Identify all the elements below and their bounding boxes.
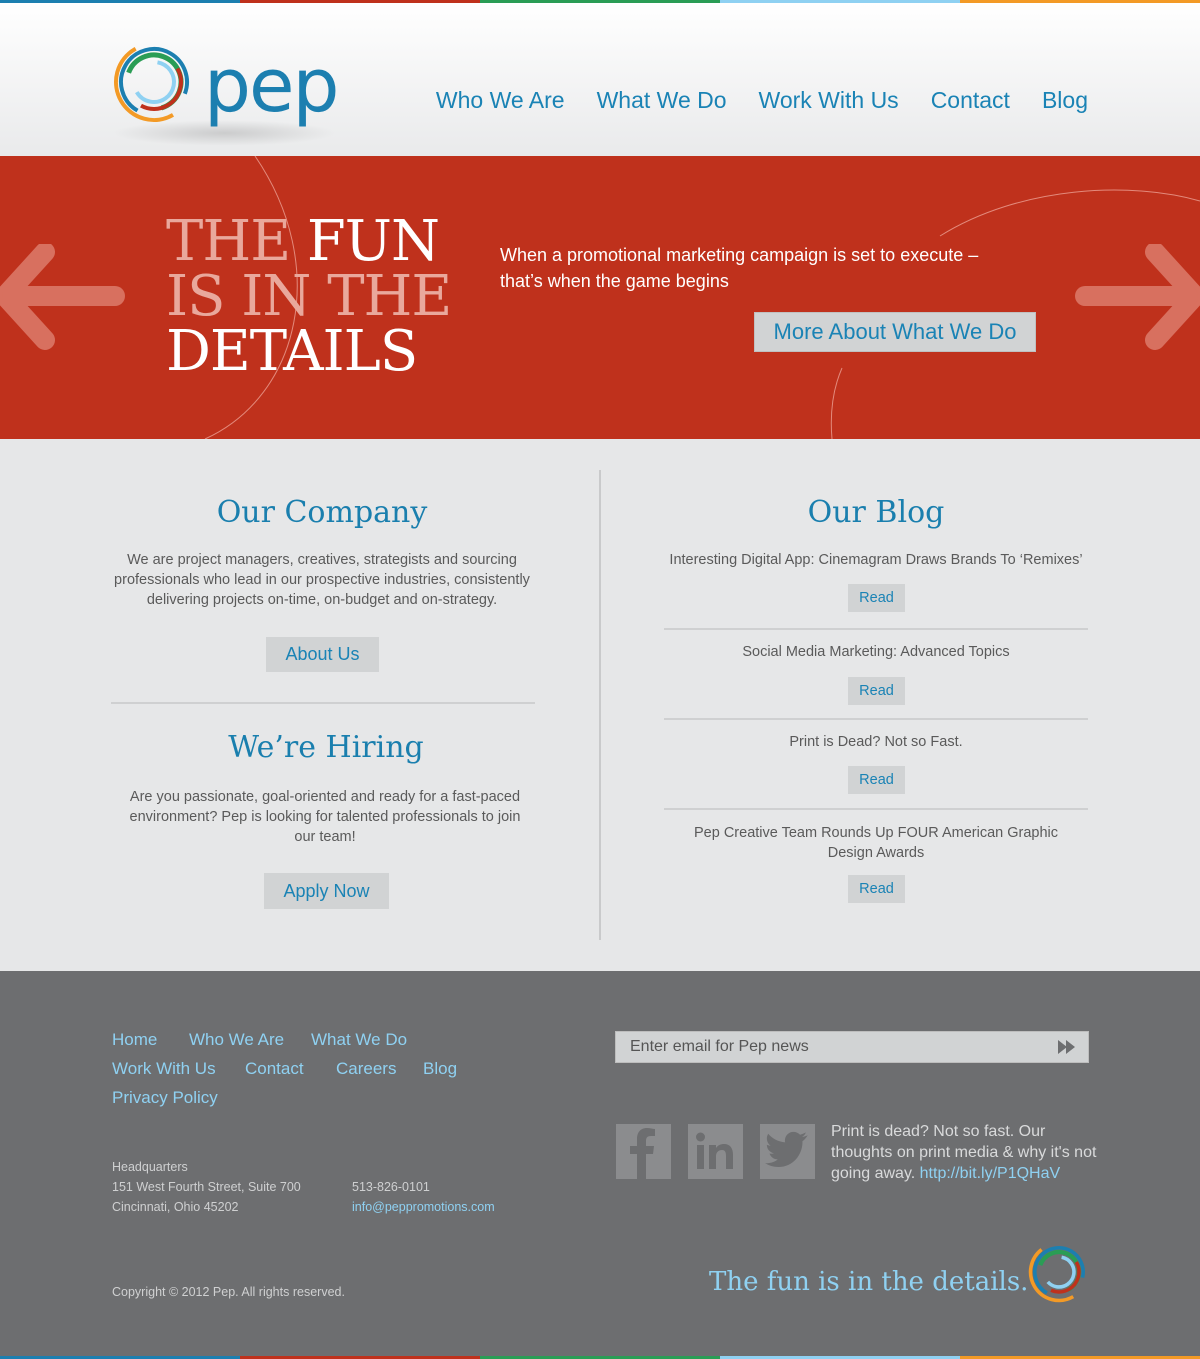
footer-tagline: The fun is in the details. [709,1267,1029,1297]
nav-work-with-us[interactable]: Work With Us [759,87,899,114]
our-company-title: Our Company [216,495,428,530]
email-link[interactable]: info@peppromotions.com [352,1200,495,1214]
hero-headline: THE FUN IS IN THE DETAILS [166,214,452,384]
main-nav: Who We Are What We Do Work With Us Conta… [436,87,1088,114]
blog-divider [664,628,1088,630]
read-button[interactable]: Read [848,766,905,794]
column-divider [599,470,601,940]
nav-contact[interactable]: Contact [931,87,1010,114]
pep-logo[interactable]: pep [112,40,339,150]
twitter-icon[interactable] [760,1124,815,1179]
hiring-title: We’re Hiring [228,730,424,765]
blog-divider [664,718,1088,720]
footer-nav-blog[interactable]: Blog [423,1059,457,1079]
footer-nav-work-with-us[interactable]: Work With Us [112,1059,216,1079]
footer-nav-privacy-policy[interactable]: Privacy Policy [112,1088,218,1108]
site-footer: Home Who We Are What We Do Work With Us … [0,971,1200,1356]
newsletter-form [615,1031,1089,1063]
submit-arrow-icon[interactable] [1058,1039,1076,1055]
hq-label: Headquarters [112,1160,188,1174]
phone-number: 513-826-0101 [352,1180,430,1194]
footer-nav-careers[interactable]: Careers [336,1059,396,1079]
blog-post-title[interactable]: Print is Dead? Not so Fast. [664,732,1088,752]
hiring-text: Are you passionate, goal-oriented and re… [129,789,521,845]
pep-logo-small-icon[interactable] [1027,1240,1091,1304]
headline-line3: DETAILS [166,319,418,384]
headline-line2: IS IN THE [166,264,452,329]
footer-nav-home[interactable]: Home [112,1030,157,1050]
nav-what-we-do[interactable]: What We Do [597,87,727,114]
more-about-button[interactable]: More About What We Do [754,312,1036,352]
tweet-link[interactable]: http://bit.ly/P1QHaV [920,1165,1061,1182]
footer-nav-who-we-are[interactable]: Who We Are [189,1030,284,1050]
footer-nav-what-we-do[interactable]: What We Do [311,1030,407,1050]
newsletter-email-input[interactable] [616,1032,1056,1062]
read-button[interactable]: Read [848,677,905,705]
facebook-icon[interactable] [616,1124,671,1179]
contact-info: 513-826-0101 info@peppromotions.com [352,1177,495,1217]
blog-post-title[interactable]: Social Media Marketing: Advanced Topics [664,642,1088,662]
pep-logo-icon [114,41,194,122]
our-company-text: We are project managers, creatives, stra… [114,552,530,608]
arrow-right-icon[interactable] [1075,244,1200,354]
company-divider [111,702,535,704]
latest-tweet: Print is dead? Not so fast. Our thoughts… [831,1121,1101,1184]
read-button[interactable]: Read [848,584,905,612]
site-header: pep Who We Are What We Do Work With Us C… [0,3,1200,156]
our-blog-title: Our Blog [807,495,945,530]
address-line2: Cincinnati, Ohio 45202 [112,1200,239,1214]
hero-banner: THE FUN IS IN THE DETAILS When a promoti… [0,156,1200,439]
blog-divider [664,808,1088,810]
footer-nav-contact[interactable]: Contact [245,1059,304,1079]
blog-post-title[interactable]: Pep Creative Team Rounds Up FOUR America… [684,823,1068,863]
address-line1: 151 West Fourth Street, Suite 700 [112,1180,301,1194]
hero-text: When a promotional marketing campaign is… [500,245,979,291]
apply-now-button[interactable]: Apply Now [264,873,389,909]
hq-address: Headquarters 151 West Fourth Street, Sui… [112,1157,301,1217]
read-button[interactable]: Read [848,875,905,903]
logo-wordmark: pep [204,43,339,129]
blog-post-title[interactable]: Interesting Digital App: Cinemagram Draw… [664,550,1088,570]
nav-blog[interactable]: Blog [1042,87,1088,114]
linkedin-icon[interactable] [688,1124,743,1179]
about-us-button[interactable]: About Us [266,637,379,672]
nav-who-we-are[interactable]: Who We Are [436,87,565,114]
copyright: Copyright © 2012 Pep. All rights reserve… [112,1285,345,1299]
arrow-left-icon[interactable] [0,244,125,354]
